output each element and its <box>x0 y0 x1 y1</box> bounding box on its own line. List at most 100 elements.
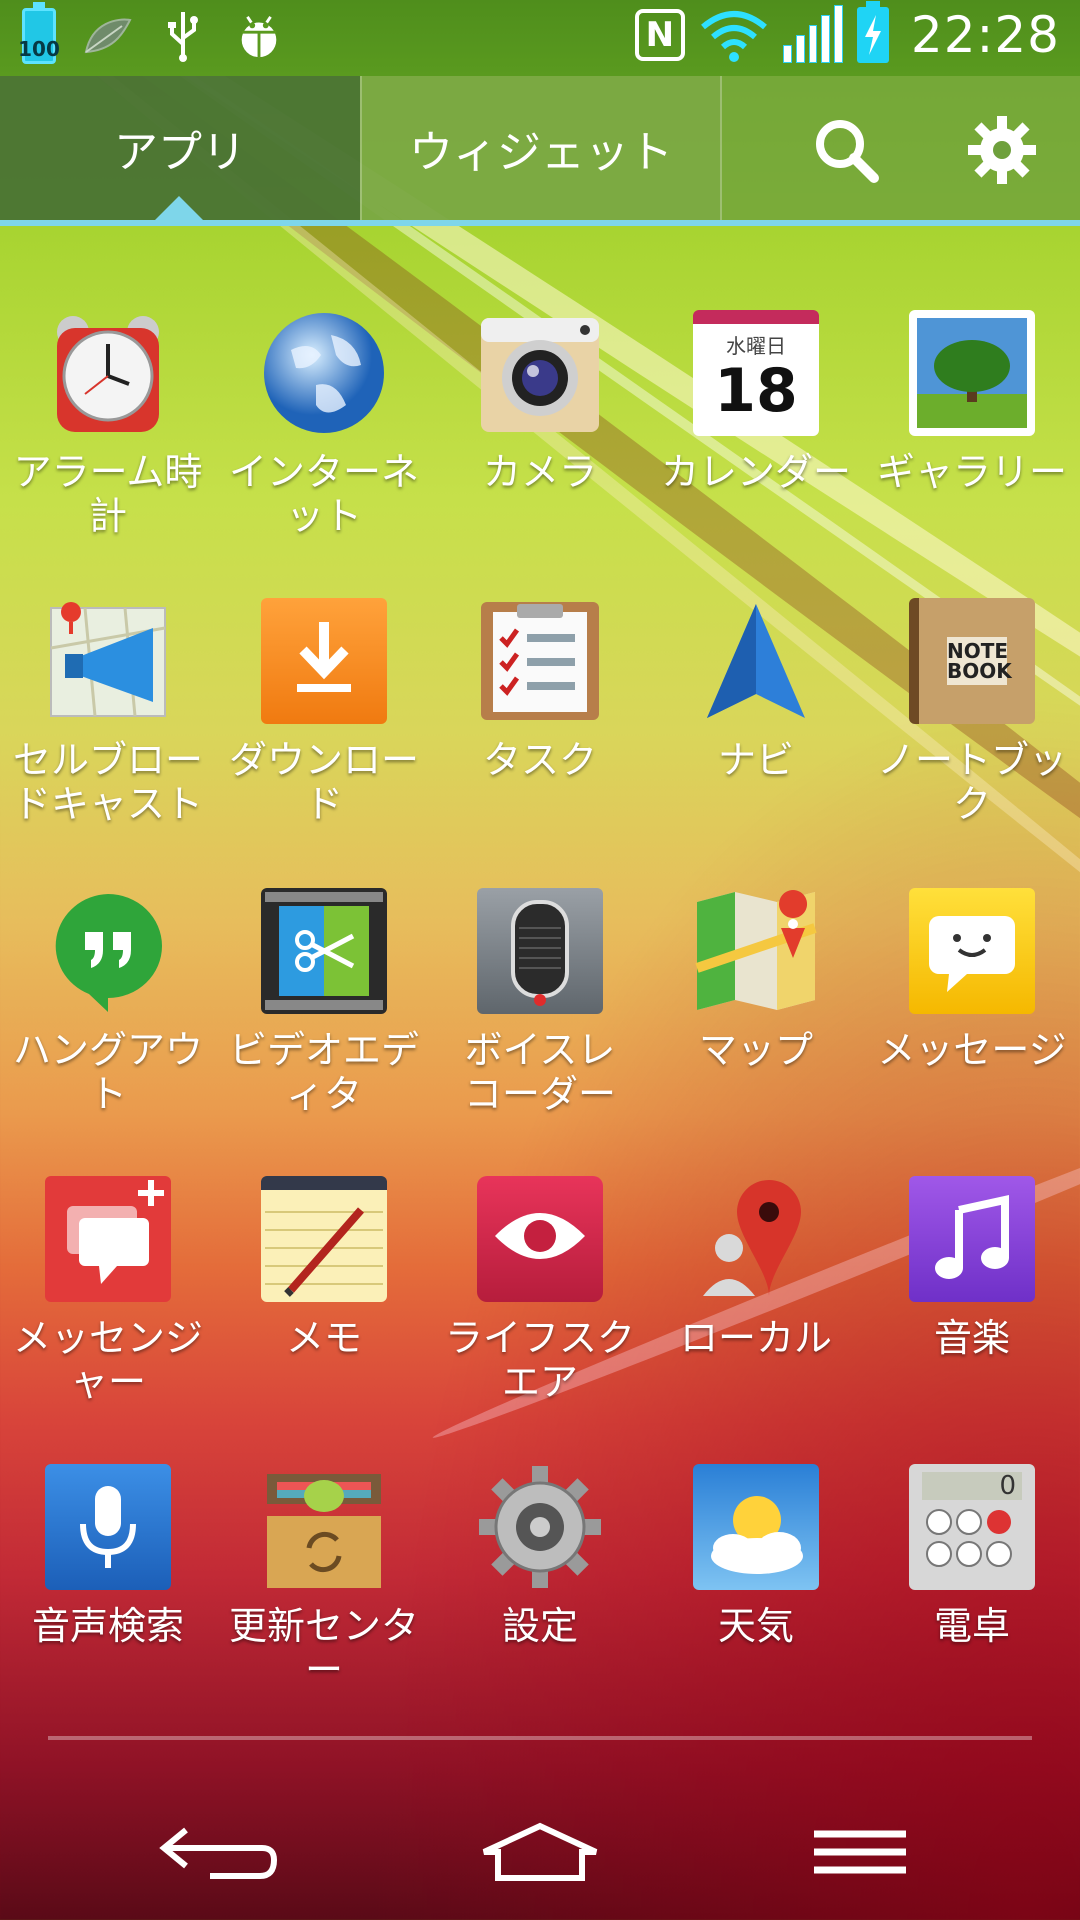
cell-broadcast-icon <box>45 598 171 724</box>
update-center-icon <box>261 1464 387 1590</box>
app-label: メッセージ <box>877 1028 1067 1072</box>
calendar-weekday: 水曜日 <box>726 334 786 358</box>
debug-android-icon <box>234 8 284 64</box>
tasks-icon <box>477 598 603 724</box>
memo-icon <box>261 1176 387 1302</box>
app-alarm-clock[interactable]: アラーム時計 <box>0 310 216 538</box>
app-label: ローカル <box>679 1316 832 1360</box>
app-label: ボイスレ コーダー <box>463 1028 616 1116</box>
app-calendar[interactable]: 水曜日 18 カレンダー <box>648 310 864 494</box>
app-tasks[interactable]: タスク <box>432 598 648 782</box>
nfc-label: N <box>645 15 675 55</box>
drawer-tab-bar: アプリ ウィジェット <box>0 76 1080 226</box>
lifesquare-icon <box>477 1176 603 1302</box>
app-label: マップ <box>698 1028 813 1072</box>
back-icon <box>159 1827 278 1879</box>
app-label: 音楽 <box>933 1316 1010 1360</box>
app-navi[interactable]: ナビ <box>648 598 864 782</box>
app-label: 天気 <box>717 1604 794 1648</box>
app-internet[interactable]: インターネット <box>216 310 432 538</box>
search-icon[interactable] <box>810 114 882 186</box>
download-icon <box>261 598 387 724</box>
weather-icon <box>693 1464 819 1590</box>
app-calculator[interactable]: 0 電卓 <box>864 1464 1080 1648</box>
video-editor-icon <box>261 888 387 1014</box>
leaf-icon <box>82 8 132 64</box>
menu-button[interactable] <box>790 1812 930 1892</box>
app-cell-broadcast[interactable]: セルブロー ドキャスト <box>0 598 216 826</box>
app-label: ビデオエディタ <box>228 1028 419 1116</box>
gear-icon[interactable] <box>966 114 1038 186</box>
app-label: セルブロー ドキャスト <box>12 738 203 826</box>
app-notebook[interactable]: NOTE BOOK ノートブック <box>864 598 1080 826</box>
status-bar: 100 N 22:28 <box>0 0 1080 76</box>
menu-icon <box>814 1830 906 1874</box>
home-icon <box>482 1822 598 1881</box>
message-icon <box>909 888 1035 1014</box>
app-local[interactable]: ローカル <box>648 1176 864 1360</box>
app-gallery[interactable]: ギャラリー <box>864 310 1080 494</box>
app-update-center[interactable]: 更新センター <box>216 1464 432 1692</box>
nfc-icon: N <box>634 9 685 61</box>
calendar-icon: 水曜日 18 <box>693 310 819 436</box>
music-icon <box>909 1176 1035 1302</box>
app-label: 音声検索 <box>31 1604 184 1648</box>
tab-widgets-label: ウィジェット <box>409 127 673 178</box>
app-label: ハングアウト <box>12 1028 203 1116</box>
app-hangouts[interactable]: ハングアウト <box>0 888 216 1116</box>
calendar-day: 18 <box>714 356 798 426</box>
battery-status-icon: 100 <box>18 2 60 64</box>
app-video-editor[interactable]: ビデオエディタ <box>216 888 432 1116</box>
app-music[interactable]: 音楽 <box>864 1176 1080 1360</box>
tab-apps-label: アプリ <box>114 127 246 178</box>
signal-strength-icon <box>782 5 843 63</box>
app-download[interactable]: ダウンロード <box>216 598 432 826</box>
app-camera[interactable]: カメラ <box>432 310 648 494</box>
battery-percent-label: 100 <box>18 37 60 61</box>
app-label: ノートブック <box>876 738 1067 826</box>
app-memo[interactable]: メモ <box>216 1176 432 1360</box>
app-label: メモ <box>285 1316 362 1360</box>
app-voice-recorder[interactable]: ボイスレ コーダー <box>432 888 648 1116</box>
maps-icon <box>693 888 819 1014</box>
app-label: タスク <box>482 738 597 782</box>
app-label: 設定 <box>501 1604 578 1648</box>
wifi-icon <box>699 7 769 63</box>
calculator-icon: 0 <box>909 1464 1035 1590</box>
app-label: カレンダー <box>660 450 851 494</box>
app-label: 更新センター <box>228 1604 419 1692</box>
calculator-display: 0 <box>922 1472 1022 1500</box>
navigation-icon <box>693 598 819 724</box>
back-button[interactable] <box>150 1812 290 1892</box>
app-label: ナビ <box>717 738 794 782</box>
battery-charging-icon <box>856 1 889 63</box>
tab-widgets[interactable]: ウィジェット <box>360 76 722 220</box>
gallery-icon <box>909 310 1035 436</box>
app-messenger[interactable]: メッセンジャー <box>0 1176 216 1404</box>
alarm-clock-icon <box>45 310 171 436</box>
app-label: ギャラリー <box>876 450 1067 494</box>
notebook-icon: NOTE BOOK <box>909 598 1035 724</box>
app-label: インターネット <box>228 450 419 538</box>
messenger-icon <box>45 1176 171 1302</box>
app-settings[interactable]: 設定 <box>432 1464 648 1648</box>
usb-icon <box>158 8 208 64</box>
app-label: メッセンジャー <box>12 1316 203 1404</box>
globe-icon <box>261 310 387 436</box>
voice-search-icon <box>45 1464 171 1590</box>
app-message[interactable]: メッセージ <box>864 888 1080 1072</box>
active-tab-indicator <box>155 196 203 220</box>
hangouts-icon <box>45 888 171 1014</box>
app-label: アラーム時計 <box>13 450 203 538</box>
local-icon <box>693 1176 819 1302</box>
app-label: ダウンロード <box>228 738 419 826</box>
app-label: 電卓 <box>933 1604 1010 1648</box>
home-button[interactable] <box>470 1812 610 1892</box>
app-lifesquare[interactable]: ライフスクエア <box>432 1176 648 1404</box>
app-maps[interactable]: マップ <box>648 888 864 1072</box>
app-weather[interactable]: 天気 <box>648 1464 864 1648</box>
app-label: カメラ <box>482 450 597 494</box>
app-voice-search[interactable]: 音声検索 <box>0 1464 216 1648</box>
camera-icon <box>477 310 603 436</box>
clock: 22:28 <box>910 6 1060 64</box>
